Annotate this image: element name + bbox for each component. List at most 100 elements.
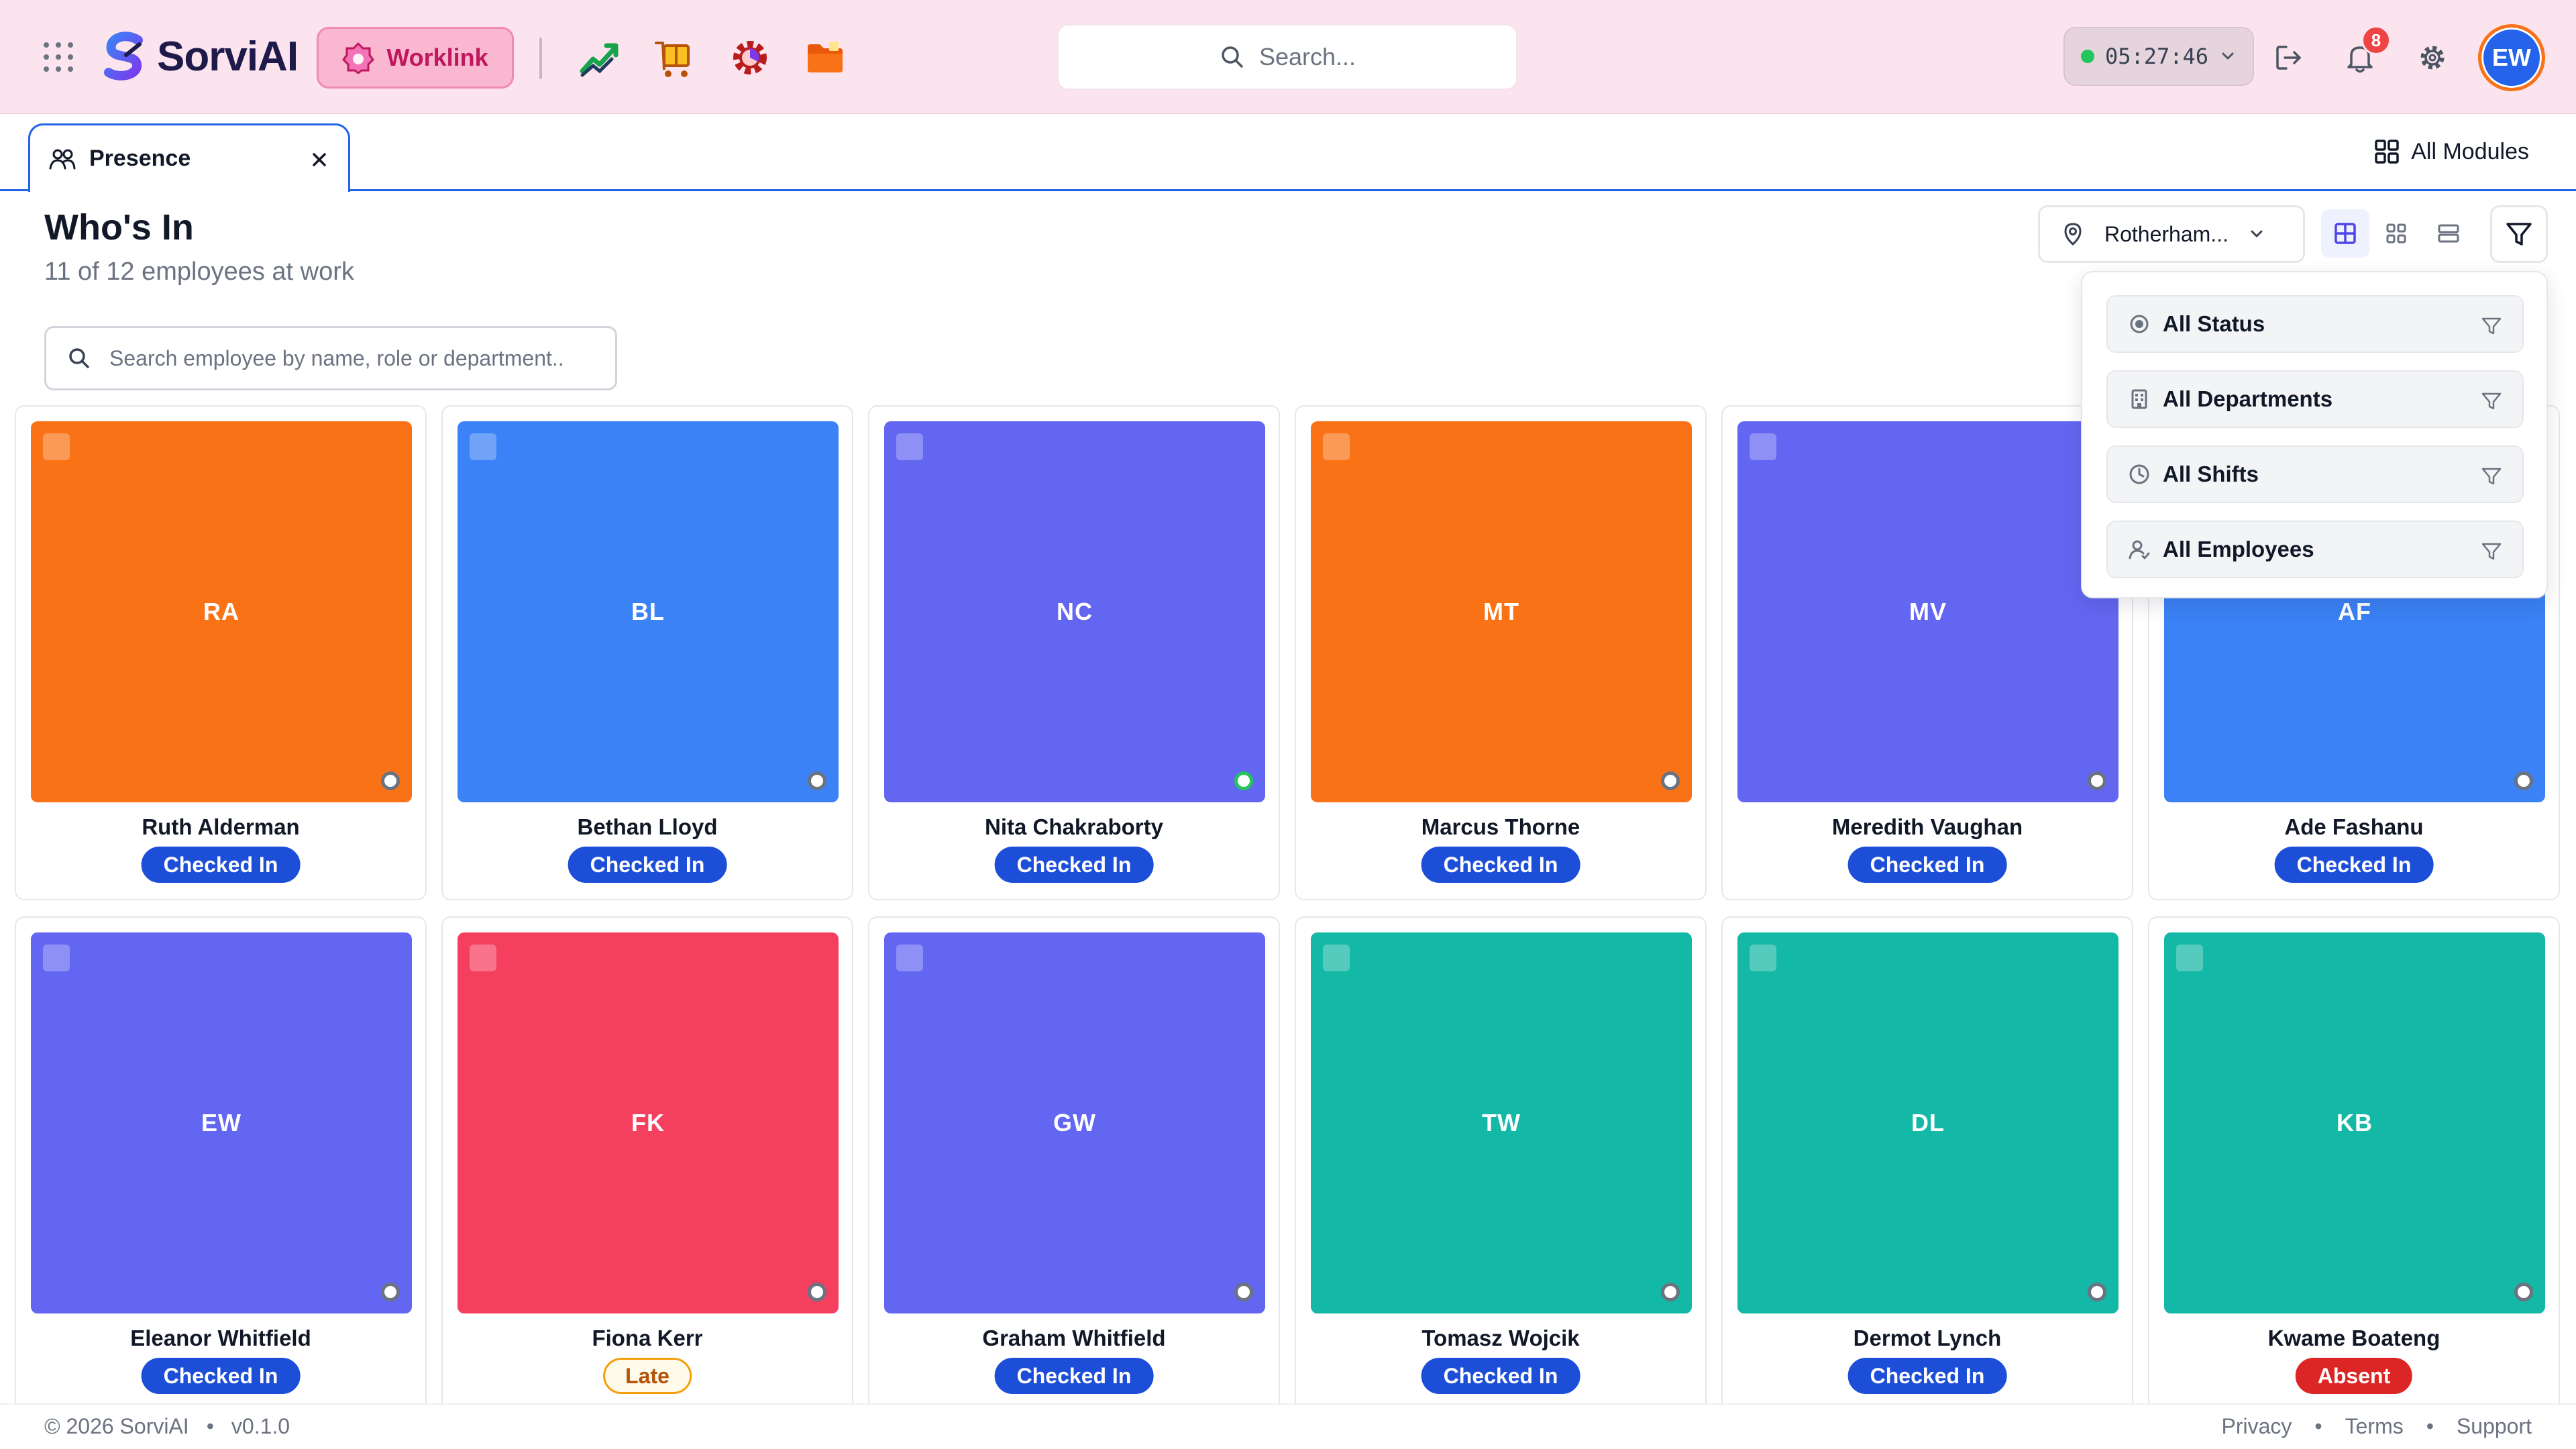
employee-avatar: MV [1737,421,2118,802]
employee-select-checkbox[interactable] [43,433,70,460]
footer-link-privacy[interactable]: Privacy [2222,1414,2292,1439]
tab-presence[interactable]: Presence [28,123,350,192]
employee-avatar: KB [2164,932,2545,1313]
employee-avatar: BL [458,421,839,802]
employee-card[interactable]: TW Tomasz Wojcik Checked In [1295,916,1707,1411]
brand-logo[interactable]: SorviAI [99,30,299,83]
employee-select-checkbox[interactable] [470,433,496,460]
employee-card[interactable]: MV Meredith Vaughan Checked In [1721,405,2133,900]
worklink-badge-icon [342,42,375,74]
small-grid-icon [2386,223,2406,244]
filter-shifts-label: All Shifts [2163,462,2259,486]
chevron-down-icon [2222,52,2234,60]
filter-employees[interactable]: All Employees [2106,521,2524,578]
global-search-placeholder: Search... [1258,43,1356,70]
chart-growth-icon[interactable] [578,36,621,79]
employee-select-checkbox[interactable] [1323,945,1350,971]
employee-select-checkbox[interactable] [43,945,70,971]
employee-card[interactable]: MT Marcus Thorne Checked In [1295,405,1707,900]
employee-card[interactable]: NC Nita Chakraborty Checked In [868,405,1280,900]
filter-funnel-icon [2481,543,2502,560]
brand-name: SorviAI [157,33,299,80]
folder-icon[interactable] [804,36,847,79]
presence-indicator [1661,1283,1680,1301]
view-large-grid-button[interactable] [2321,209,2369,258]
filter-funnel-icon [2481,468,2502,485]
all-modules-button[interactable]: All Modules [2373,133,2529,170]
box-delivery-icon[interactable] [653,36,696,79]
status-badge: Absent [2295,1358,2413,1394]
employee-card[interactable]: FK Fiona Kerr Late [441,916,853,1411]
employee-initials: AF [2338,598,2371,625]
footer-copyright: © 2026 SorviAI [44,1414,189,1438]
employee-name: Nita Chakraborty [985,814,1163,839]
employee-card[interactable]: EW Eleanor Whitfield Checked In [15,916,427,1411]
filter-employees-label: All Employees [2163,537,2314,561]
employee-card[interactable]: BL Bethan Lloyd Checked In [441,405,853,900]
employee-name: Marcus Thorne [1421,814,1580,839]
employee-select-checkbox[interactable] [1750,433,1776,460]
presence-indicator [2088,1283,2106,1301]
employee-card[interactable]: RA Ruth Alderman Checked In [15,405,427,900]
employee-avatar: DL [1737,932,2118,1313]
user-avatar[interactable]: EW [2478,24,2545,91]
presence-indicator [1661,771,1680,790]
employee-select-checkbox[interactable] [2176,945,2203,971]
presence-indicator [2514,771,2533,790]
employee-avatar: RA [31,421,412,802]
employee-search-input[interactable] [109,345,606,371]
presence-indicator [808,1283,826,1301]
presence-indicator [1234,771,1253,790]
shift-clock-button[interactable]: 05:27:46 [2063,27,2254,86]
location-select[interactable]: Rotherham... [2038,205,2305,263]
employee-card[interactable]: KB Kwame Boateng Absent [2148,916,2560,1411]
filter-status[interactable]: All Status [2106,295,2524,353]
employee-name: Dermot Lynch [1853,1326,2002,1350]
footer-separator: • [2426,1414,2434,1438]
filter-status-label: All Status [2163,311,2265,336]
filter-dropdown: All Status All Departments All Shifts Al [2081,271,2548,598]
worklink-label: Worklink [386,44,488,71]
large-grid-icon [2334,223,2356,244]
employee-select-checkbox[interactable] [1750,945,1776,971]
status-badge: Checked In [994,1358,1154,1394]
employee-avatar: TW [1311,932,1692,1313]
view-list-button[interactable] [2424,209,2473,258]
settings-gear-icon[interactable] [2415,40,2450,75]
employee-name: Ruth Alderman [142,814,300,839]
global-search-input[interactable]: Search... [1057,24,1517,90]
gear-analytics-icon[interactable] [729,36,771,79]
view-small-grid-button[interactable] [2372,209,2420,258]
employee-card[interactable]: GW Graham Whitfield Checked In [868,916,1280,1411]
employee-name: Eleanor Whitfield [130,1326,311,1350]
employee-select-checkbox[interactable] [470,945,496,971]
app-launcher-icon[interactable] [42,40,75,74]
presence-indicator [381,771,400,790]
employee-initials: MV [1909,598,1947,625]
status-badge: Checked In [141,847,301,883]
page-subtitle: 11 of 12 employees at work [44,258,354,286]
filter-departments[interactable]: All Departments [2106,370,2524,428]
search-icon [69,348,89,368]
footer-separator: • [2314,1414,2322,1438]
status-badge: Checked In [1847,1358,2007,1394]
filter-shifts[interactable]: All Shifts [2106,445,2524,503]
employee-avatar: FK [458,932,839,1313]
employee-search-field[interactable] [44,326,617,390]
employee-card[interactable]: DL Dermot Lynch Checked In [1721,916,2133,1411]
notification-count-badge: 8 [2361,25,2391,55]
employee-select-checkbox[interactable] [896,433,923,460]
tab-presence-label: Presence [89,146,191,171]
footer-link-support[interactable]: Support [2457,1414,2532,1439]
employee-initials: GW [1053,1109,1096,1136]
logout-icon[interactable] [2271,40,2306,75]
filter-toggle-button[interactable] [2490,205,2548,263]
employee-select-checkbox[interactable] [1323,433,1350,460]
map-pin-icon [2064,223,2082,246]
worklink-button[interactable]: Worklink [317,27,514,89]
footer-link-terms[interactable]: Terms [2345,1414,2404,1439]
header-divider [539,38,542,79]
close-icon[interactable] [309,150,329,170]
footer-version: v0.1.0 [231,1414,290,1438]
employee-select-checkbox[interactable] [896,945,923,971]
